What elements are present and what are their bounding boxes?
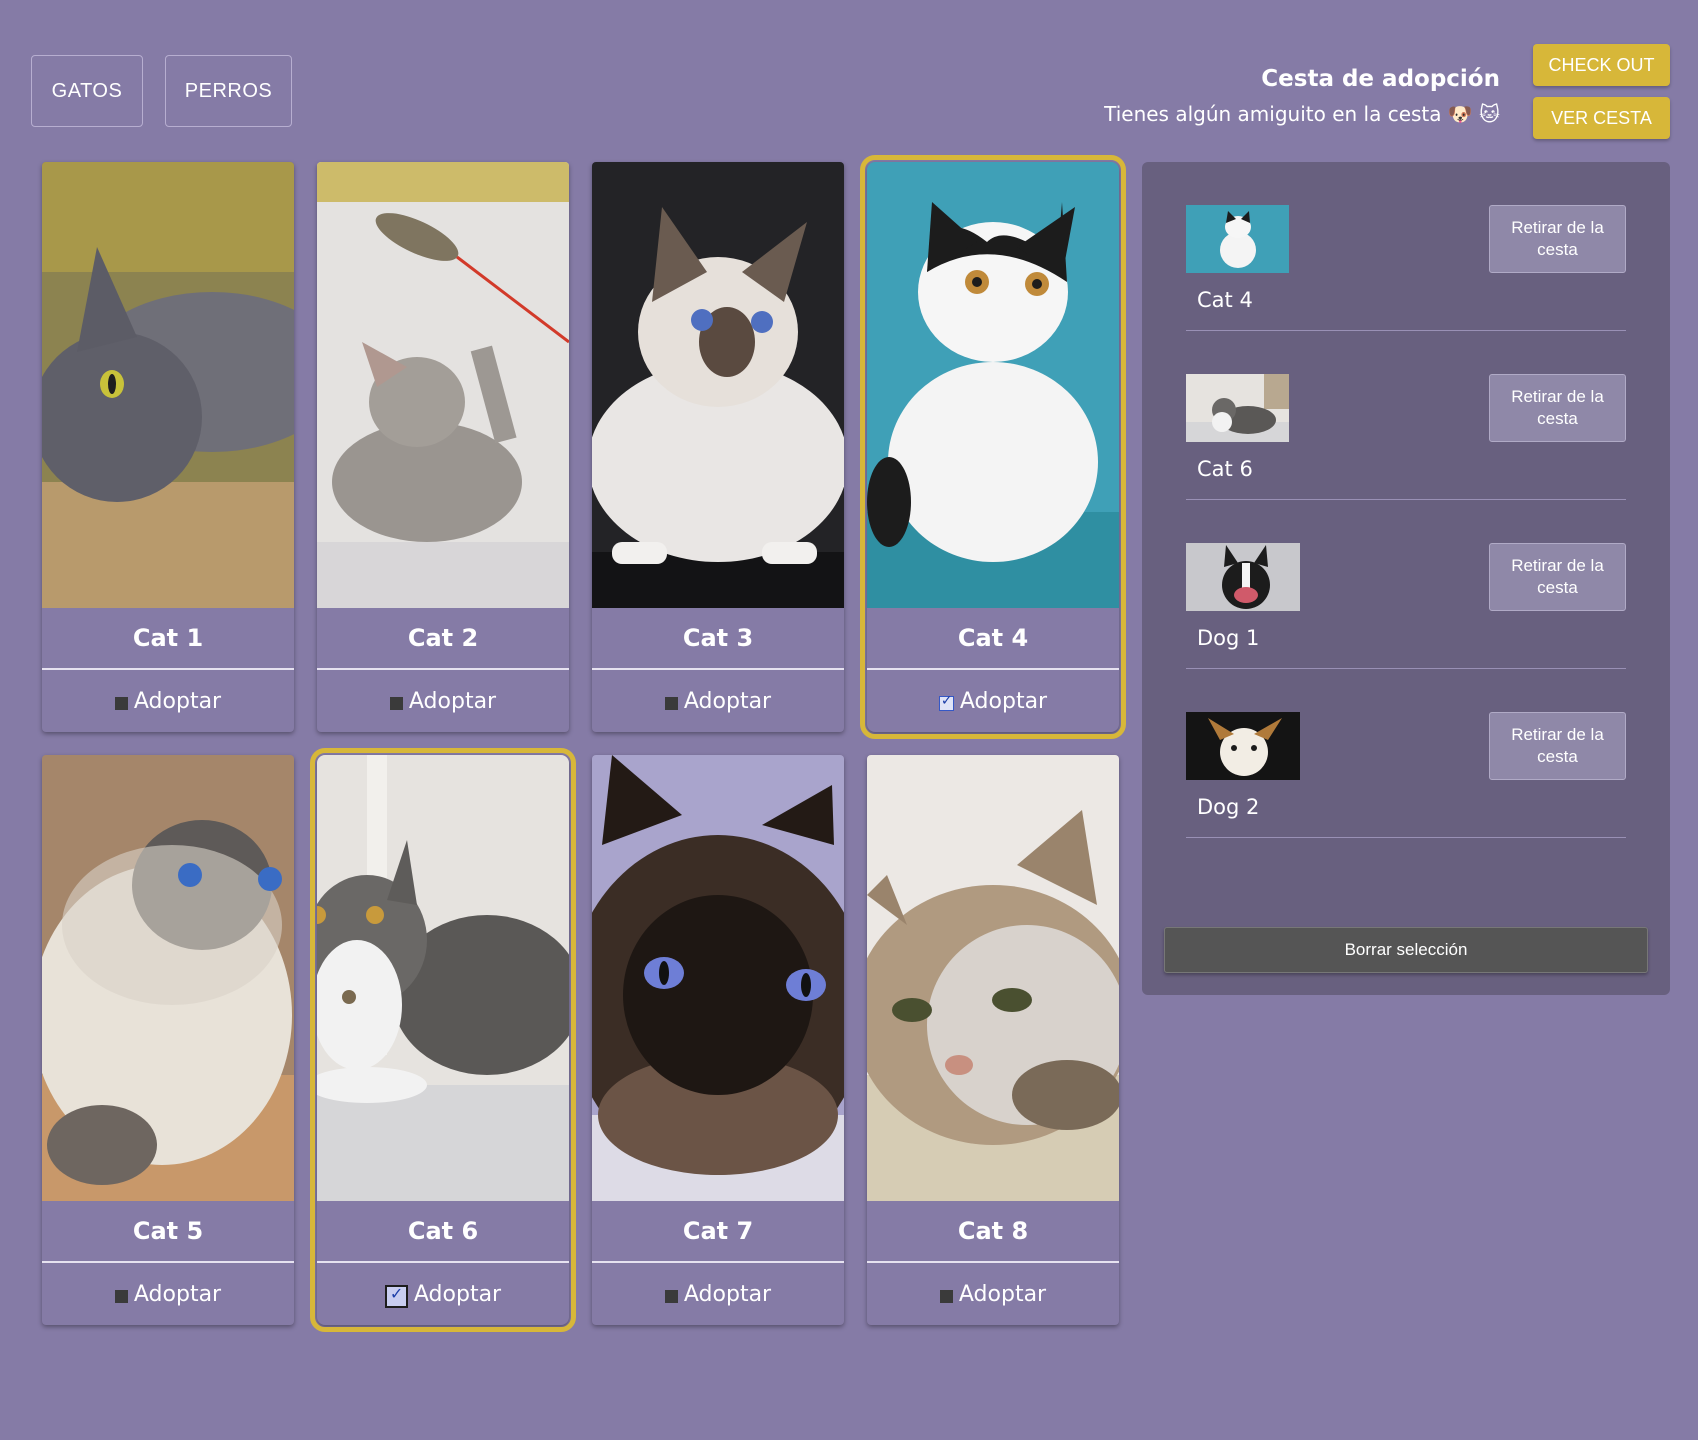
pet-name: Cat 7 (592, 1201, 844, 1263)
pet-card: Cat 7 Adoptar (592, 755, 844, 1325)
clear-selection-button[interactable]: Borrar selección (1164, 927, 1648, 973)
adopt-checkbox-row[interactable]: Adoptar (867, 1263, 1119, 1325)
pet-photo (42, 162, 294, 608)
pet-card: Cat 4 Adoptar (860, 155, 1126, 739)
dogs-tab-button[interactable]: PERROS (165, 55, 292, 127)
adopt-checkbox[interactable] (664, 696, 678, 710)
pet-card: Cat 1 Adoptar (42, 162, 294, 732)
basket-title: Cesta de adopción (1261, 66, 1500, 92)
adopt-checkbox-row[interactable]: Adoptar (592, 1263, 844, 1325)
pet-photo (42, 755, 294, 1201)
cats-tab-button[interactable]: GATOS (31, 55, 143, 127)
basket-subtitle: Tienes algún amiguito en la cesta 🐶 🐱 (1104, 102, 1500, 126)
basket-item-name: Cat 4 (1197, 288, 1253, 312)
adopt-checkbox-row[interactable]: Adoptar (42, 1263, 294, 1325)
adopt-checkbox-row[interactable]: Adoptar (317, 670, 569, 732)
pet-card: Cat 3 Adoptar (592, 162, 844, 732)
pet-name: Cat 1 (42, 608, 294, 670)
adopt-checkbox[interactable] (389, 696, 403, 710)
remove-from-basket-button[interactable]: Retirar de la cesta (1489, 543, 1626, 611)
adopt-checkbox[interactable] (664, 1289, 678, 1303)
pet-card: Cat 8 Adoptar (867, 755, 1119, 1325)
adopt-label: Adoptar (959, 688, 1048, 714)
pet-name: Cat 5 (42, 1201, 294, 1263)
pet-card: Cat 2 Adoptar (317, 162, 569, 732)
adopt-checkbox-row[interactable]: Adoptar (592, 670, 844, 732)
basket-item-name: Dog 2 (1197, 795, 1260, 819)
pet-photo (592, 755, 844, 1201)
basket-item-thumbnail (1186, 712, 1300, 780)
adopt-label: Adoptar (958, 1281, 1047, 1307)
adopt-checkbox[interactable] (939, 1289, 953, 1303)
pet-name: Cat 3 (592, 608, 844, 670)
adopt-checkbox-row[interactable]: Adoptar (42, 670, 294, 732)
pet-name: Cat 6 (317, 1201, 569, 1263)
pet-photo (317, 162, 569, 608)
adopt-label: Adoptar (408, 688, 497, 714)
pet-card: Cat 6 Adoptar (310, 748, 576, 1332)
adopt-checkbox[interactable] (384, 1284, 408, 1308)
basket-item-name: Cat 6 (1197, 457, 1253, 481)
adopt-checkbox[interactable] (114, 696, 128, 710)
adopt-label: Adoptar (413, 1281, 502, 1307)
adopt-label: Adoptar (133, 1281, 222, 1307)
basket-item-thumbnail (1186, 374, 1289, 442)
pet-photo (317, 755, 569, 1201)
pet-card: Cat 5 Adoptar (42, 755, 294, 1325)
basket-item-thumbnail (1186, 205, 1289, 273)
pet-name: Cat 8 (867, 1201, 1119, 1263)
basket-item-thumbnail (1186, 543, 1300, 611)
pet-photo (867, 162, 1119, 608)
adopt-checkbox-row[interactable]: Adoptar (317, 1263, 569, 1325)
pet-photo (592, 162, 844, 608)
adopt-label: Adoptar (133, 688, 222, 714)
remove-from-basket-button[interactable]: Retirar de la cesta (1489, 374, 1626, 442)
basket-item: Dog 2 Retirar de la cesta (1186, 669, 1626, 838)
checkout-button[interactable]: CHECK OUT (1533, 44, 1670, 86)
basket-item-name: Dog 1 (1197, 626, 1260, 650)
pet-name: Cat 2 (317, 608, 569, 670)
adopt-checkbox[interactable] (938, 693, 954, 711)
basket-panel: Cat 4 Retirar de la cesta Cat 6 Retirar … (1142, 162, 1670, 995)
basket-item: Cat 4 Retirar de la cesta (1186, 162, 1626, 331)
pet-photo (867, 755, 1119, 1201)
remove-from-basket-button[interactable]: Retirar de la cesta (1489, 205, 1626, 273)
basket-item: Cat 6 Retirar de la cesta (1186, 331, 1626, 500)
remove-from-basket-button[interactable]: Retirar de la cesta (1489, 712, 1626, 780)
pet-name: Cat 4 (867, 608, 1119, 670)
view-basket-button[interactable]: VER CESTA (1533, 97, 1670, 139)
adopt-checkbox-row[interactable]: Adoptar (867, 670, 1119, 732)
basket-header: Cesta de adopción Tienes algún amiguito … (1104, 66, 1500, 126)
basket-item: Dog 1 Retirar de la cesta (1186, 500, 1626, 669)
adopt-label: Adoptar (683, 688, 772, 714)
adopt-label: Adoptar (683, 1281, 772, 1307)
adopt-checkbox[interactable] (114, 1289, 128, 1303)
